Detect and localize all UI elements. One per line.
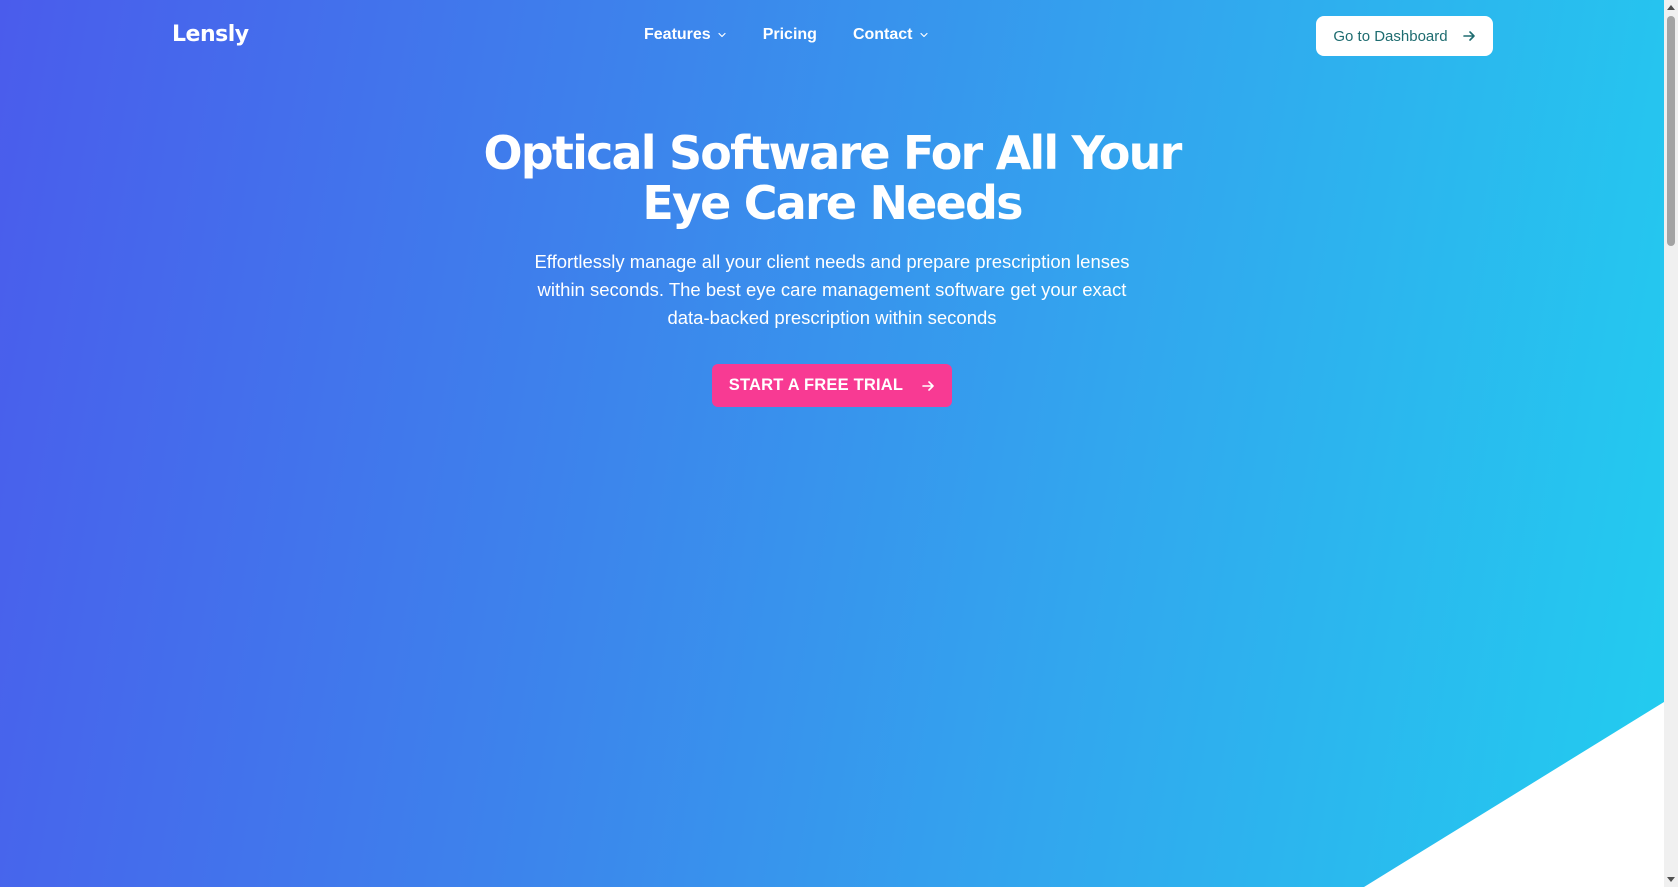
dashboard-button-label: Go to Dashboard: [1333, 27, 1448, 45]
scrollbar-thumb[interactable]: [1667, 16, 1675, 246]
nav-item-pricing[interactable]: Pricing: [763, 26, 817, 44]
start-free-trial-button[interactable]: START A FREE TRIAL: [712, 364, 952, 407]
nav-item-label: Features: [644, 26, 711, 43]
arrow-right-icon: [921, 379, 935, 393]
arrow-right-icon: [1462, 29, 1476, 43]
nav-item-features[interactable]: Features: [644, 26, 727, 44]
browser-viewport: Lensly Features Pricing Contact Go to Da…: [0, 0, 1678, 887]
cta-label: START A FREE TRIAL: [728, 376, 904, 394]
nav-item-contact[interactable]: Contact: [853, 26, 929, 44]
go-to-dashboard-button[interactable]: Go to Dashboard: [1316, 16, 1493, 56]
chevron-down-icon: [919, 30, 929, 40]
hero-title: Optical Software For All Your Eye Care N…: [483, 126, 1183, 230]
hero-subtitle: Effortlessly manage all your client need…: [534, 251, 1130, 328]
landing-page: Lensly Features Pricing Contact Go to Da…: [0, 0, 1664, 887]
hero-section: Optical Software For All Your Eye Care N…: [0, 128, 1664, 407]
chevron-down-icon: [717, 30, 727, 40]
logo[interactable]: Lensly: [172, 22, 249, 47]
nav-links: Features Pricing Contact: [644, 26, 929, 44]
scroll-down-arrow-icon[interactable]: [1664, 873, 1678, 887]
top-navigation: Lensly Features Pricing Contact Go to Da…: [0, 0, 1664, 72]
scroll-up-arrow-icon[interactable]: [1664, 0, 1678, 14]
nav-item-label: Pricing: [762, 26, 817, 43]
nav-item-label: Contact: [852, 26, 913, 43]
vertical-scrollbar[interactable]: [1664, 0, 1678, 887]
